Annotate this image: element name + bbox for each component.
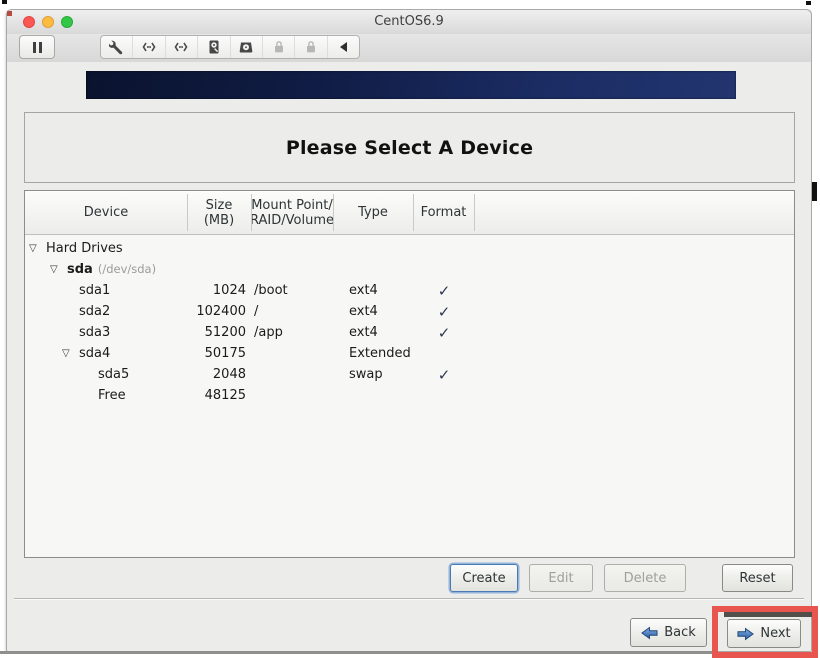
table-row-hard-drives[interactable]: ▽ Hard Drives <box>25 239 794 260</box>
device-name: sda(/dev/sda) <box>67 262 156 277</box>
device-name: Free <box>98 388 126 403</box>
screenshot-artifact <box>812 182 817 201</box>
column-separator <box>187 194 188 231</box>
mount-point-cell: /app <box>254 325 283 340</box>
zoom-window-button[interactable] <box>61 16 73 28</box>
table-row-sda3[interactable]: sda3 51200/app ext4 ✓ <box>25 323 794 344</box>
edge-strip-right <box>812 0 820 658</box>
page-title: Please Select A Device <box>286 137 533 159</box>
device-name: sda4 <box>79 346 110 361</box>
minimize-window-button[interactable] <box>42 16 54 28</box>
highlight-box-next-button <box>712 606 818 658</box>
delete-button: Delete <box>604 564 686 592</box>
network-adapter-2-icon[interactable] <box>166 36 198 58</box>
type-cell: Extended <box>349 346 411 361</box>
column-separator <box>474 194 475 231</box>
back-button[interactable]: Back <box>630 618 707 647</box>
size-cell: 50175 <box>145 346 246 361</box>
window-title: CentOS6.9 <box>7 10 811 34</box>
left-triangle-icon <box>340 42 347 52</box>
edge-strip-bottom <box>0 654 714 658</box>
type-cell: swap <box>349 367 383 382</box>
cd-dvd-icon[interactable] <box>231 36 263 58</box>
pause-icon <box>39 42 42 53</box>
create-button[interactable]: Create <box>450 564 518 592</box>
settings-wrench-icon[interactable] <box>101 36 133 58</box>
table-row-free[interactable]: Free 48125 <box>25 386 794 407</box>
device-path: (/dev/sda) <box>98 262 156 276</box>
hard-disk-icon[interactable] <box>198 36 230 58</box>
pause-vm-button[interactable] <box>19 35 55 59</box>
size-cell: 51200 <box>145 325 246 340</box>
back-arrow-icon <box>641 626 658 640</box>
close-window-button[interactable] <box>23 16 35 28</box>
installer-banner <box>86 71 736 99</box>
pause-icon <box>33 42 36 53</box>
divider <box>14 599 804 600</box>
type-cell: ext4 <box>349 325 378 340</box>
table-row-sda[interactable]: ▽ sda(/dev/sda) <box>25 260 794 281</box>
column-separator <box>333 194 334 231</box>
device-name: sda2 <box>79 304 110 319</box>
expander-icon[interactable]: ▽ <box>50 263 58 277</box>
device-status-bar <box>100 35 360 59</box>
size-cell: 102400 <box>145 304 246 319</box>
type-cell: ext4 <box>349 283 378 298</box>
partition-table: Device Size (MB) Mount Point/ RAID/Volum… <box>24 190 795 558</box>
expander-icon[interactable]: ▽ <box>62 347 70 361</box>
device-name: Hard Drives <box>46 241 123 256</box>
column-header-type[interactable]: Type <box>333 191 413 234</box>
expander-icon[interactable]: ▽ <box>29 242 37 256</box>
size-cell: 1024 <box>145 283 246 298</box>
usb-device-1-icon[interactable] <box>263 36 295 58</box>
column-header-device[interactable]: Device <box>25 191 187 234</box>
edit-button: Edit <box>529 564 593 592</box>
usb-device-2-icon[interactable] <box>295 36 327 58</box>
type-cell: ext4 <box>349 304 378 319</box>
column-header-format[interactable]: Format <box>413 191 474 234</box>
device-name: sda3 <box>79 325 110 340</box>
column-header-mount-point[interactable]: Mount Point/ RAID/Volume <box>251 191 333 234</box>
device-name: sda5 <box>98 367 129 382</box>
size-cell: 2048 <box>145 367 246 382</box>
network-adapter-1-icon[interactable] <box>133 36 165 58</box>
screenshot-artifact <box>7 11 12 16</box>
window-titlebar: CentOS6.9 <box>7 10 811 34</box>
table-body: ▽ Hard Drives ▽ sda(/dev/sda) sda1 1024/boot e… <box>25 234 794 557</box>
edge-strip-top <box>0 0 820 9</box>
table-row-sda4[interactable]: ▽ sda4 50175 Extended <box>25 344 794 365</box>
screenshot-artifact <box>2 0 7 4</box>
column-header-size[interactable]: Size (MB) <box>187 191 251 234</box>
mount-point-cell: /boot <box>254 283 288 298</box>
format-check-icon: ✓ <box>430 303 458 321</box>
format-check-icon: ✓ <box>430 366 458 384</box>
reset-button[interactable]: Reset <box>722 564 793 592</box>
collapse-toolbar-icon[interactable] <box>328 36 359 58</box>
device-name: sda1 <box>79 283 110 298</box>
size-cell: 48125 <box>145 388 246 403</box>
table-row-sda5[interactable]: sda5 2048 swap ✓ <box>25 365 794 386</box>
screenshot-canvas: CentOS6.9 <box>0 0 820 658</box>
vm-toolbar <box>7 34 811 63</box>
table-row-sda2[interactable]: sda2 102400 / ext4 ✓ <box>25 302 794 323</box>
installer-heading-box: Please Select A Device <box>24 112 795 183</box>
column-separator <box>251 194 252 231</box>
column-separator <box>413 194 414 231</box>
screenshot-artifact <box>806 1 811 5</box>
mount-point-cell: / <box>254 304 258 319</box>
table-row-sda1[interactable]: sda1 1024/boot ext4 ✓ <box>25 281 794 302</box>
format-check-icon: ✓ <box>430 324 458 342</box>
table-header-row: Device Size (MB) Mount Point/ RAID/Volum… <box>25 191 794 235</box>
format-check-icon: ✓ <box>430 282 458 300</box>
